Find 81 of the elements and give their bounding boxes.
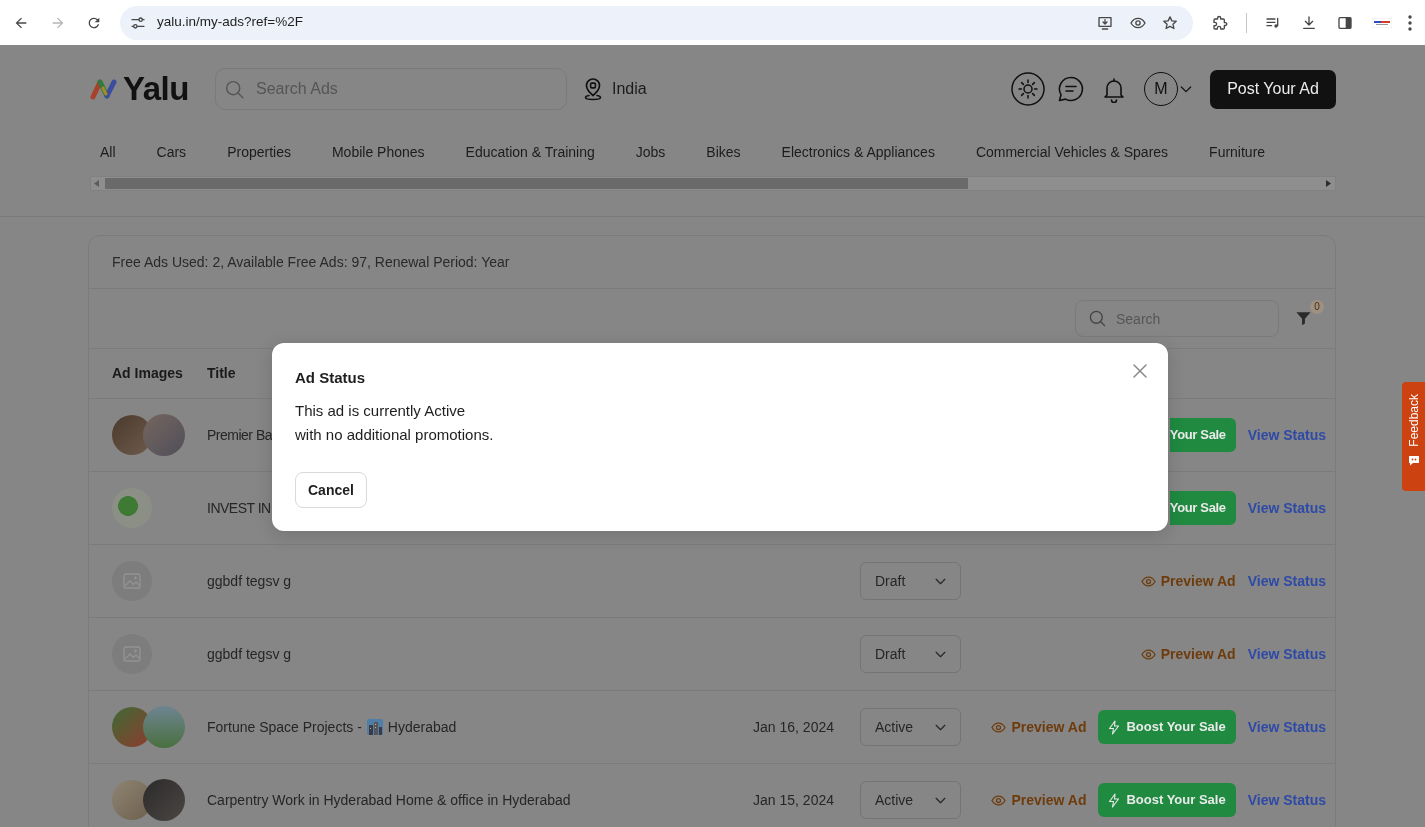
search-icon <box>1088 309 1107 328</box>
url-text: yalu.in/my-ads?ref=%2F <box>157 13 303 32</box>
ad-title: Carpentry Work in Hyderabad Home & office in Hyderabad <box>207 790 571 810</box>
ad-title: ggbdf tegsv g <box>207 571 292 591</box>
ad-location: Hyderabad <box>387 717 457 737</box>
filter-icon[interactable] <box>1295 310 1312 327</box>
photo-placeholder <box>143 706 185 748</box>
status-dropdown[interactable]: Active <box>860 708 961 746</box>
horizontal-scrollbar[interactable] <box>90 176 1336 191</box>
view-status-link[interactable]: View Status <box>1247 789 1326 811</box>
boost-sale-button[interactable]: Your Sale <box>1169 418 1236 452</box>
status-dropdown[interactable]: Active <box>860 781 961 819</box>
preview-ad-link[interactable]: Preview Ad <box>1140 570 1236 592</box>
bell-icon[interactable] <box>1102 75 1126 103</box>
more-menu-icon[interactable] <box>1408 14 1412 31</box>
profile-logo-icon[interactable] <box>1372 17 1392 28</box>
category-link[interactable]: Education & Training <box>465 142 595 162</box>
sun-icon[interactable] <box>1011 72 1045 106</box>
ad-title: Premier Ba <box>207 425 273 445</box>
ad-title: Fortune Space Projects - <box>207 717 362 737</box>
dialog-message: This ad is currently Active with no additional promotions. <box>295 401 495 445</box>
site-info-icon[interactable] <box>130 14 146 31</box>
install-app-icon[interactable] <box>1097 14 1113 31</box>
scrollbar-thumb[interactable] <box>105 178 968 189</box>
eye-icon <box>991 792 1007 808</box>
posted-date: Jan 15, 2024 <box>753 791 834 808</box>
view-status-link[interactable]: View Status <box>1247 643 1326 665</box>
column-header: Title <box>207 365 236 381</box>
preview-ad-link[interactable]: Preview Ad <box>991 789 1087 811</box>
eye-icon <box>1140 646 1156 662</box>
preview-ad-link[interactable]: Preview Ad <box>1140 643 1236 665</box>
view-status-link[interactable]: View Status <box>1247 716 1326 738</box>
side-panel-icon[interactable] <box>1337 14 1353 31</box>
ad-title: INVEST IN <box>207 498 271 518</box>
puzzle-icon[interactable] <box>1212 14 1228 31</box>
feedback-tab[interactable]: Feedback <box>1402 382 1425 491</box>
chat-icon[interactable] <box>1056 74 1086 104</box>
eye-icon <box>991 719 1007 735</box>
photo-placeholder <box>143 414 185 456</box>
preview-ad-link[interactable]: Preview Ad <box>991 716 1087 738</box>
boost-sale-button[interactable]: Your Sale <box>1169 491 1236 525</box>
category-link[interactable]: Cars <box>156 142 187 162</box>
cancel-button[interactable]: Cancel <box>295 472 367 508</box>
lightning-icon <box>1108 792 1121 808</box>
feedback-icon <box>1407 453 1420 466</box>
address-bar[interactable]: yalu.in/my-ads?ref=%2F <box>120 5 1193 40</box>
category-link[interactable]: Furniture <box>1209 142 1266 162</box>
view-status-link[interactable]: View Status <box>1247 424 1326 446</box>
post-ad-button[interactable]: Post Your Ad <box>1210 69 1336 109</box>
eye-icon <box>1140 573 1156 589</box>
close-icon[interactable] <box>1133 364 1147 378</box>
city-buildings-icon <box>366 719 383 735</box>
boost-sale-button[interactable]: Boost Your Sale <box>1098 783 1236 817</box>
ad-title: ggbdf tegsv g <box>207 644 292 664</box>
photo-placeholder <box>112 488 152 528</box>
view-status-link[interactable]: View Status <box>1247 570 1326 592</box>
location-pin-icon <box>583 77 603 101</box>
dialog-title: Ad Status <box>295 368 365 388</box>
category-link[interactable]: Commercial Vehicles & Spares <box>975 142 1169 162</box>
photo-placeholder <box>143 779 185 821</box>
bookmark-star-icon[interactable] <box>1162 14 1178 31</box>
status-dropdown[interactable]: Draft <box>860 635 961 673</box>
column-header: Ad Images <box>112 365 183 381</box>
status-dropdown[interactable]: Draft <box>860 562 961 600</box>
download-icon[interactable] <box>1301 14 1317 31</box>
category-link[interactable]: Mobile Phones <box>331 142 425 162</box>
free-ads-summary: Free Ads Used: 2, Available Free Ads: 97, Renewal Period: Year <box>112 252 510 272</box>
search-icon <box>224 79 245 100</box>
category-link[interactable]: Electronics & Appliances <box>781 142 935 162</box>
filter-count-badge: 0 <box>1310 300 1324 314</box>
view-status-link[interactable]: View Status <box>1247 497 1326 519</box>
category-link[interactable]: Bikes <box>706 142 741 162</box>
posted-date: Jan 16, 2024 <box>753 718 834 735</box>
scroll-right-icon[interactable] <box>1326 180 1331 187</box>
location-selector[interactable]: India <box>583 77 647 101</box>
category-link[interactable]: All <box>100 142 116 162</box>
category-link[interactable]: Jobs <box>635 142 666 162</box>
logo-link[interactable]: Yalu <box>90 70 195 108</box>
boost-sale-button[interactable]: Boost Your Sale <box>1098 710 1236 744</box>
lightning-icon <box>1108 719 1121 735</box>
category-link[interactable]: Properties <box>227 142 291 162</box>
